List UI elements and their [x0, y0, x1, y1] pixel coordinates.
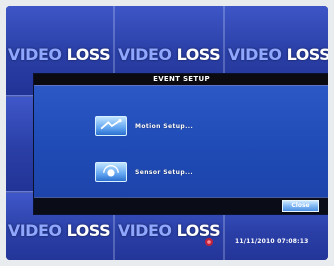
- dialog-body: Motion Setup... Sensor Setup...: [34, 86, 328, 198]
- close-button[interactable]: Close: [282, 200, 319, 212]
- record-indicator-icon: [205, 238, 213, 246]
- sensor-setup-label: Sensor Setup...: [135, 168, 194, 176]
- dvr-screen: VIDEO LOSS VIDEO LOSS VIDEO LOSS VIDEO L…: [6, 6, 328, 260]
- sensor-setup-button[interactable]: Sensor Setup...: [95, 159, 255, 185]
- motion-setup-label: Motion Setup...: [135, 122, 194, 130]
- video-loss-label: VIDEO LOSS: [227, 45, 328, 64]
- sensor-setup-icon: [95, 162, 127, 182]
- dialog-title: EVENT SETUP: [34, 74, 328, 86]
- video-loss-label: VIDEO LOSS: [117, 45, 221, 64]
- motion-setup-button[interactable]: Motion Setup...: [95, 113, 255, 139]
- event-setup-dialog: EVENT SETUP Motion Setup... Sensor Setup…: [33, 73, 328, 215]
- video-loss-label: VIDEO LOSS: [7, 45, 111, 64]
- dialog-footer: Close: [34, 197, 328, 214]
- timestamp: 11/11/2010 07:08:13: [235, 238, 309, 245]
- video-loss-label: VIDEO LOSS: [7, 221, 111, 240]
- motion-setup-icon: [95, 116, 127, 136]
